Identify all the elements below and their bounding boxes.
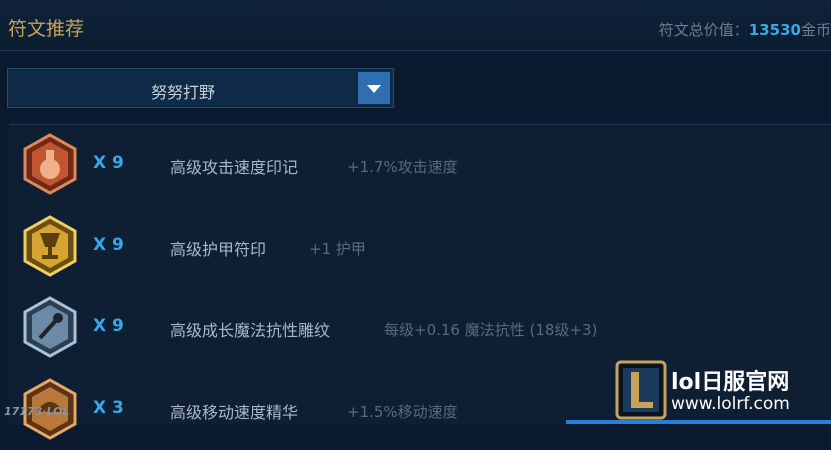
rune-count: X 9	[93, 153, 124, 173]
blue-glyph-icon	[23, 296, 77, 358]
gold-chalice-seal-icon	[23, 215, 77, 277]
chevron-down-icon	[367, 85, 381, 93]
dropdown-button[interactable]	[358, 72, 390, 104]
watermark: 17173·LOL	[4, 405, 70, 418]
total-value: 符文总价值：13530金币	[659, 19, 831, 40]
rune-name: 高级成长魔法抗性雕纹	[170, 321, 331, 340]
red-potion-mark-icon	[23, 133, 77, 195]
rune-desc: +1 护甲	[309, 240, 366, 258]
rune-desc: +1.7%攻击速度	[347, 158, 458, 176]
champion-select[interactable]: 努努打野	[7, 68, 394, 108]
rune-count: X 3	[93, 398, 124, 418]
list-item: X 9 高级成长魔法抗性雕纹 每级+0.16 魔法抗性 (18级+3)	[9, 288, 831, 368]
brand-url: www.lolrf.com	[671, 394, 790, 414]
brand-name: lol日服官网	[671, 370, 790, 395]
rune-name: 高级攻击速度印记	[170, 158, 299, 177]
champion-select-value: 努努打野	[150, 83, 215, 102]
total-number: 13530	[748, 21, 801, 39]
rune-name: 高级移动速度精华	[170, 403, 299, 422]
total-label: 符文总价值：	[658, 21, 749, 39]
header: 符文推荐 符文总价值：13530金币	[0, 0, 831, 51]
league-logo-icon	[615, 360, 667, 420]
list-item: X 9 高级护甲符印 +1 护甲	[9, 207, 831, 287]
site-brand: lol日服官网 www.lolrf.com	[610, 358, 831, 424]
rune-count: X 9	[93, 235, 124, 255]
page-title: 符文推荐	[8, 18, 85, 40]
total-unit: 金币	[800, 21, 831, 39]
rune-count: X 9	[93, 316, 124, 336]
rune-desc: 每级+0.16 魔法抗性 (18级+3)	[384, 321, 598, 339]
rune-desc: +1.5%移动速度	[347, 403, 458, 421]
rune-name: 高级护甲符印	[170, 240, 267, 259]
list-item: X 9 高级攻击速度印记 +1.7%攻击速度	[9, 125, 831, 205]
